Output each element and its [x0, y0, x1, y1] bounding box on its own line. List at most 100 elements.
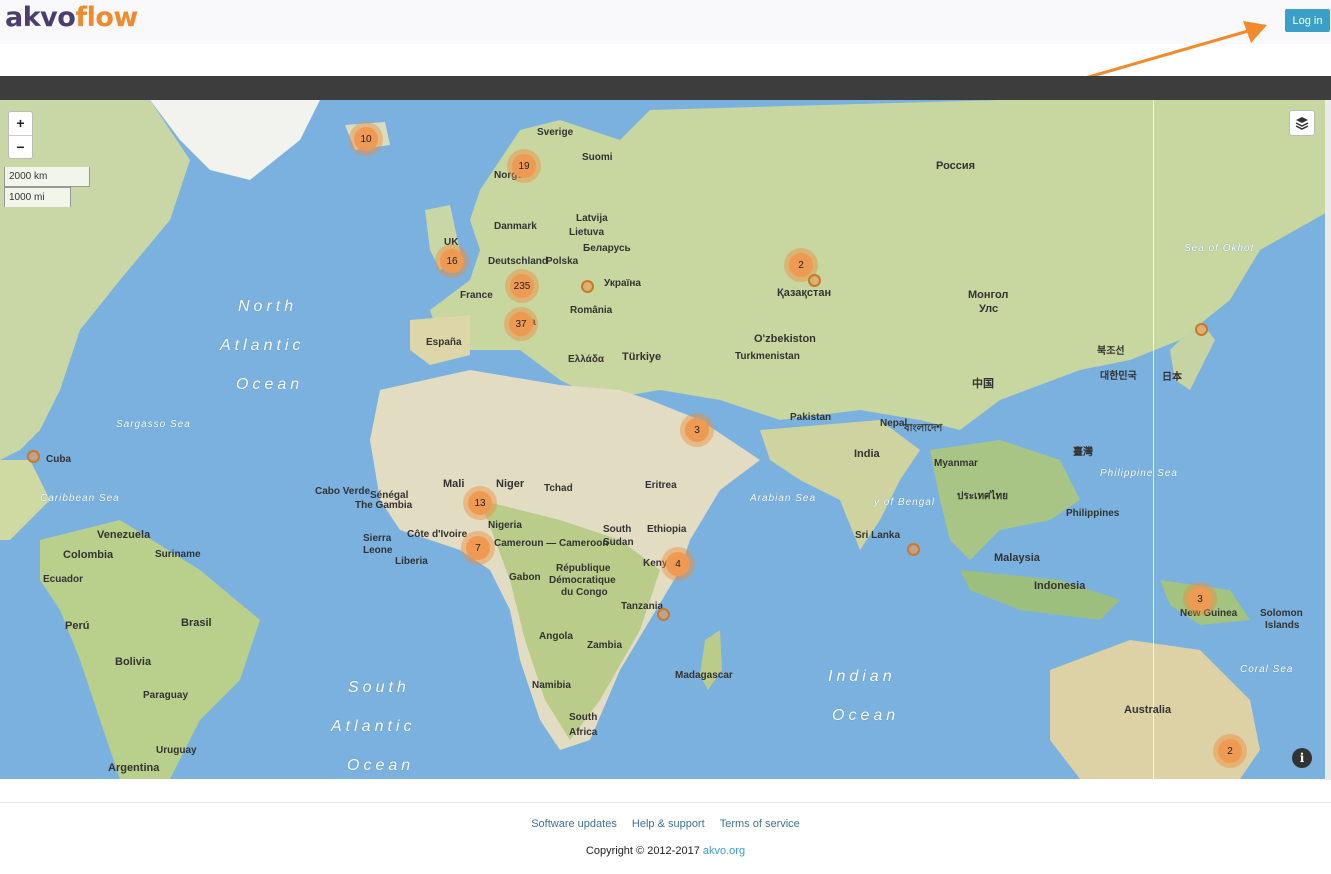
label-bangladesh: বাংলাদেশ [904, 423, 943, 434]
label-rdc-1: République [556, 563, 611, 574]
label-sargasso: Sargasso Sea [116, 419, 191, 430]
label-indonesia: Indonesia [1034, 580, 1086, 592]
label-taiwan: 臺灣 [1073, 447, 1093, 458]
akvoflow-logo[interactable]: akvoflow [5, 2, 138, 33]
label-cote-divoire: Côte d'Ivoire [407, 529, 468, 540]
label-indian-1: Indian [828, 668, 896, 685]
copyright-text: Copyright © 2012-2017 [585, 845, 700, 857]
map-cluster[interactable]: 37 [504, 307, 538, 341]
logo-akvo: akvo [5, 2, 76, 33]
label-liberia: Liberia [395, 556, 428, 567]
map-cluster[interactable]: 235 [505, 269, 539, 303]
label-lietuva: Lietuva [569, 227, 605, 238]
map-marker[interactable] [808, 274, 821, 287]
label-tchad: Tchad [544, 483, 573, 494]
label-bengal: y of Bengal [874, 497, 936, 508]
map-cluster[interactable]: 7 [461, 531, 495, 565]
label-south-sudan-2: Sudan [603, 537, 634, 548]
zoom-in-button[interactable]: + [9, 112, 32, 135]
footer-links: Software updates Help & support Terms of… [0, 818, 1331, 830]
map-cluster[interactable]: 10 [349, 122, 383, 156]
label-philippine: Philippine Sea [1100, 468, 1178, 479]
zoom-out-button[interactable]: − [9, 135, 32, 158]
label-ecuador: Ecuador [43, 574, 84, 585]
map-cluster[interactable]: 16 [435, 244, 469, 278]
label-eritrea: Eritrea [645, 480, 677, 491]
label-solomon-2: Islands [1265, 620, 1300, 631]
label-belarus: Беларусь [583, 243, 631, 254]
map-marker[interactable] [27, 450, 40, 463]
label-philippines: Philippines [1066, 508, 1120, 519]
zoom-control: + − [8, 111, 33, 159]
map-cluster[interactable]: 4 [661, 547, 695, 581]
label-coral: Coral Sea [1240, 664, 1294, 675]
map-cluster[interactable]: 13 [463, 486, 497, 520]
world-map[interactable]: North Atlantic Ocean South Atlantic Ocea… [0, 100, 1331, 779]
label-colombia: Colombia [63, 549, 114, 561]
label-romania: România [570, 305, 613, 316]
logo-flow: flow [75, 2, 138, 33]
map-cluster[interactable]: 3 [680, 413, 714, 447]
label-solomon-1: Solomon [1260, 608, 1303, 619]
label-polska: Polska [546, 256, 579, 267]
label-south-sudan-1: South [603, 524, 632, 535]
label-china: 中国 [972, 378, 994, 390]
label-niger: Niger [496, 478, 525, 490]
label-suriname: Suriname [155, 549, 201, 560]
label-namibia: Namibia [532, 680, 571, 691]
label-the-gambia: The Gambia [355, 500, 413, 511]
scale-bar: 2000 km 1000 mi [4, 167, 90, 207]
label-suomi: Suomi [582, 152, 613, 163]
label-ukraina: Україна [604, 278, 641, 289]
label-cameroon: Cameroun — Cameroon [494, 538, 609, 549]
label-pakistan: Pakistan [790, 412, 832, 423]
dateline [1153, 100, 1154, 779]
footer-divider [0, 802, 1331, 803]
label-ethiopia: Ethiopia [647, 524, 687, 535]
map-land [0, 100, 1331, 779]
info-button[interactable]: i [1292, 748, 1312, 768]
label-south-africa-1: South [569, 712, 598, 723]
label-bolivia: Bolivia [115, 656, 152, 668]
map-marker[interactable] [1195, 323, 1208, 336]
layers-button[interactable] [1289, 110, 1315, 136]
label-mongolia-2: Улс [979, 303, 999, 315]
label-cabo-verde: Cabo Verde [315, 486, 371, 497]
label-peru: Perú [65, 620, 90, 632]
label-thailand: ประเทศไทย [957, 491, 1008, 502]
copyright: Copyright © 2012-2017 akvo.org [0, 845, 1331, 857]
software-updates-link[interactable]: Software updates [531, 818, 617, 830]
label-brasil: Brasil [181, 617, 212, 629]
map-cluster[interactable]: 19 [507, 149, 541, 183]
label-zambia: Zambia [587, 640, 623, 651]
label-south-atlantic-3: Ocean [347, 757, 415, 774]
label-france: France [460, 290, 493, 301]
label-nk: 북조선 [1097, 346, 1125, 357]
label-indian-2: Ocean [832, 707, 900, 724]
label-cuba: Cuba [46, 454, 71, 465]
toolbar-strip [0, 76, 1331, 100]
map-cluster[interactable]: 2 [1213, 734, 1247, 768]
map-marker[interactable] [657, 608, 670, 621]
label-sierra: Sierra [363, 533, 392, 544]
akvo-org-link[interactable]: akvo.org [703, 845, 745, 857]
label-ellada: Ελλάδα [568, 354, 605, 365]
scale-km: 2000 km [4, 167, 90, 187]
map-marker[interactable] [907, 543, 920, 556]
map-marker[interactable] [581, 280, 594, 293]
map-cluster[interactable]: 3 [1183, 582, 1217, 616]
label-south-atlantic-1: South [348, 679, 410, 696]
label-rdc-2: Démocratique [549, 575, 616, 586]
label-turkmenistan: Turkmenistan [735, 351, 800, 362]
terms-of-service-link[interactable]: Terms of service [720, 818, 800, 830]
label-leone: Leone [363, 545, 393, 556]
page-scrollbar[interactable] [1325, 100, 1331, 780]
label-mongolia-1: Монгол [968, 289, 1009, 301]
label-danmark: Danmark [494, 221, 537, 232]
label-argentina: Argentina [108, 762, 160, 774]
help-support-link[interactable]: Help & support [632, 818, 705, 830]
label-sverige: Sverige [537, 127, 574, 138]
label-myanmar: Myanmar [934, 458, 978, 469]
login-button[interactable]: Log in [1285, 9, 1330, 32]
label-latvija: Latvija [576, 213, 608, 224]
